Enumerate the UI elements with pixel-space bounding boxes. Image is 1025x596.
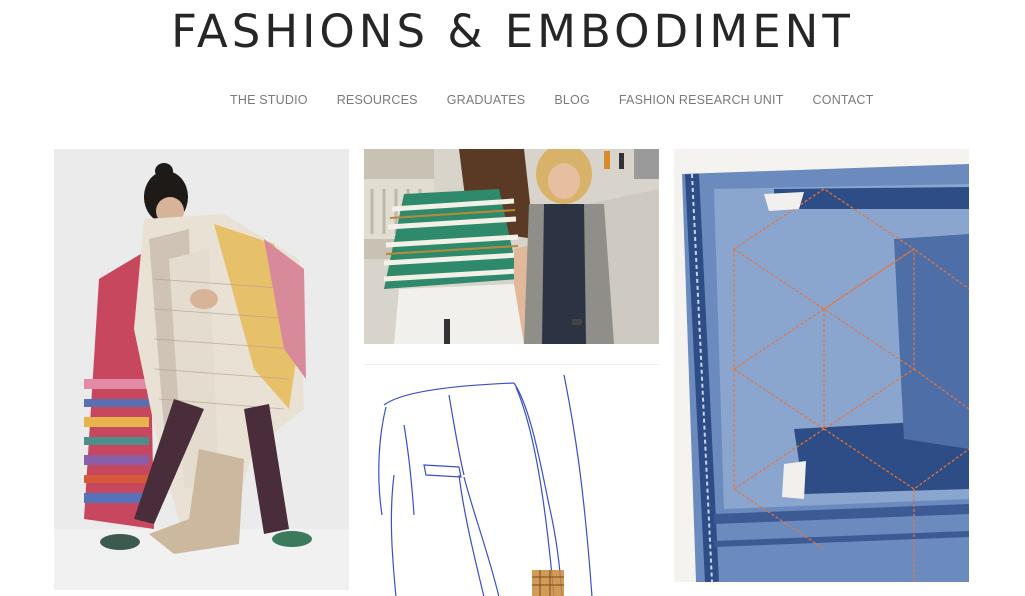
nav-item-resources[interactable]: RESOURCES [337, 93, 418, 107]
photo-stitched-denim-icon [674, 149, 969, 582]
gallery-tile-striped-top[interactable] [364, 149, 659, 344]
nav-item-the-studio[interactable]: THE STUDIO [230, 93, 308, 107]
gallery-tile-sketch[interactable] [364, 364, 659, 596]
gallery-tile-textiles[interactable] [54, 149, 349, 590]
nav-item-blog[interactable]: BLOG [554, 93, 590, 107]
photo-woman-with-woven-textiles-icon [54, 149, 349, 590]
nav-item-fashion-research-unit[interactable]: FASHION RESEARCH UNIT [619, 93, 784, 107]
main-nav: THE STUDIO RESOURCES GRADUATES BLOG FASH… [230, 93, 902, 107]
drawing-trousers-sketch-icon [364, 365, 659, 596]
photo-striped-top-street-icon [364, 149, 659, 344]
nav-item-graduates[interactable]: GRADUATES [447, 93, 526, 107]
nav-item-contact[interactable]: CONTACT [813, 93, 874, 107]
gallery-tile-denim[interactable] [674, 149, 969, 582]
site-title[interactable]: FASHIONS & EMBODIMENT [0, 4, 1025, 60]
